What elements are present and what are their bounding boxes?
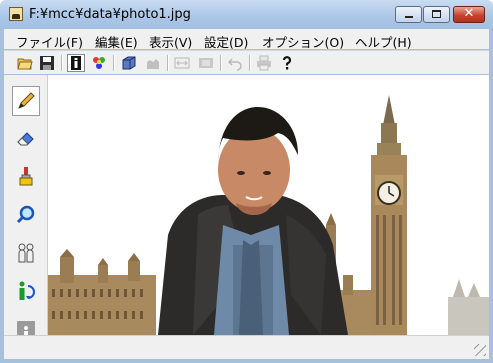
toolbar <box>4 50 489 74</box>
building-button[interactable] <box>144 54 162 72</box>
pencil-icon <box>18 92 35 109</box>
toolbar-separator <box>220 55 222 71</box>
save-button[interactable] <box>38 54 56 72</box>
toolbar-separator <box>61 55 63 71</box>
app-icon[interactable] <box>9 7 23 21</box>
3d-box-icon <box>122 56 136 70</box>
people-outline-icon <box>18 243 34 263</box>
close-icon: ✕ <box>463 6 475 21</box>
toolbar-separator <box>113 55 115 71</box>
close-button[interactable]: ✕ <box>453 6 485 23</box>
menu-file[interactable]: ファイル(F) <box>16 32 83 51</box>
minimize-button[interactable] <box>395 6 422 23</box>
pencil-tool[interactable] <box>12 86 40 116</box>
toolbar-separator <box>249 55 251 71</box>
parliament-left <box>48 249 156 335</box>
save-icon <box>40 56 54 70</box>
brush-tool[interactable] <box>12 161 40 191</box>
info-icon <box>71 56 81 70</box>
film-button[interactable] <box>197 54 215 72</box>
color-button[interactable] <box>90 54 108 72</box>
menu-view[interactable]: 表示(V) <box>149 32 192 51</box>
rotate-person-tool[interactable] <box>12 276 40 306</box>
help-button[interactable] <box>278 54 296 72</box>
help-icon <box>282 56 292 70</box>
menu-help[interactable]: ヘルプ(H) <box>355 32 412 51</box>
paintbrush-icon <box>19 167 33 186</box>
eraser-tool[interactable] <box>12 123 40 153</box>
print-icon <box>257 55 271 71</box>
zoom-tool[interactable] <box>12 200 40 230</box>
status-bar <box>4 335 489 359</box>
menu-settings[interactable]: 設定(D) <box>204 32 248 51</box>
menu-edit[interactable]: 編集(E) <box>95 32 138 51</box>
color-palette-icon <box>93 57 105 69</box>
menu-bar: ファイル(F) 編集(E) 表示(V) 設定(D) オプション(O) ヘルプ(H… <box>4 29 489 51</box>
3d-button[interactable] <box>120 54 138 72</box>
app-window: F:¥mcc¥data¥photo1.jpg ✕ ファイル(F) 編集(E) 表… <box>0 0 493 363</box>
image-canvas[interactable] <box>48 75 489 335</box>
minimize-icon <box>405 16 413 18</box>
resize-horizontal-icon <box>174 57 190 69</box>
open-folder-icon <box>17 58 33 70</box>
eraser-icon <box>17 132 34 146</box>
film-icon <box>199 58 213 68</box>
photo-image <box>48 75 489 335</box>
open-button[interactable] <box>16 54 34 72</box>
title-bar[interactable]: F:¥mcc¥data¥photo1.jpg ✕ <box>0 0 493 29</box>
undo-icon <box>227 58 242 71</box>
resize-button[interactable] <box>173 54 191 72</box>
window-title: F:¥mcc¥data¥photo1.jpg <box>29 7 191 22</box>
building-icon <box>147 59 159 69</box>
resize-grip[interactable] <box>474 344 486 356</box>
people-tool[interactable] <box>12 238 40 268</box>
maximize-button[interactable] <box>423 6 450 23</box>
tool-palette <box>4 75 48 346</box>
print-button[interactable] <box>255 54 273 72</box>
menu-options[interactable]: オプション(O) <box>262 32 344 51</box>
magnifier-icon <box>16 205 35 224</box>
toolbar-separator <box>167 55 169 71</box>
info-button[interactable] <box>67 54 85 72</box>
undo-button[interactable] <box>226 54 244 72</box>
person-rotate-icon <box>19 281 35 300</box>
maximize-icon <box>432 10 441 18</box>
